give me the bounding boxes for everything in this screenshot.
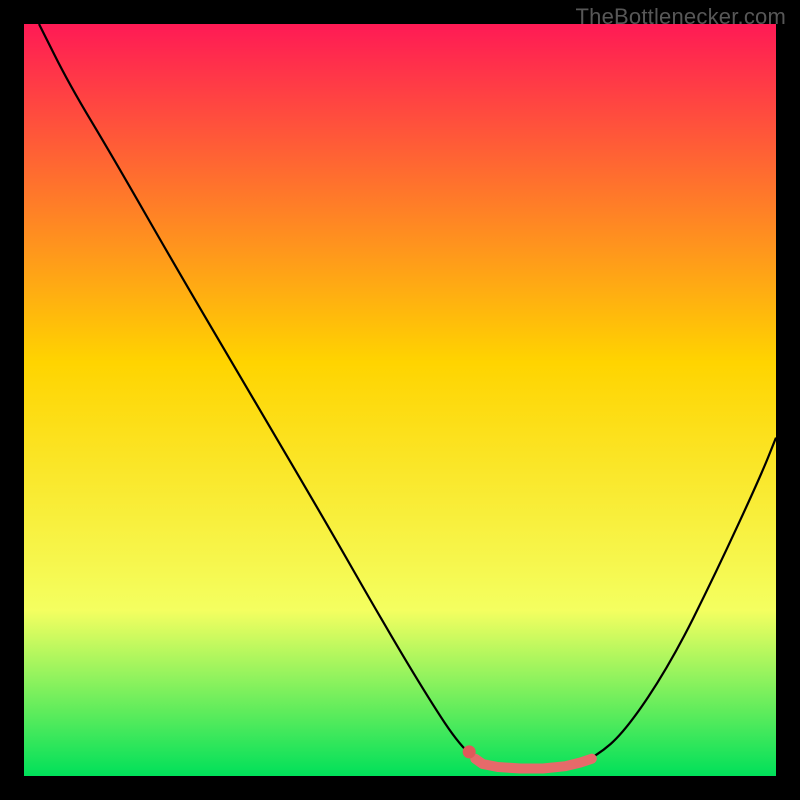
gradient-background bbox=[24, 24, 776, 776]
highlight-dot bbox=[463, 745, 476, 758]
chart-svg bbox=[24, 24, 776, 776]
plot-area bbox=[24, 24, 776, 776]
watermark-text: TheBottlenecker.com bbox=[576, 4, 786, 30]
chart-container: TheBottlenecker.com bbox=[0, 0, 800, 800]
